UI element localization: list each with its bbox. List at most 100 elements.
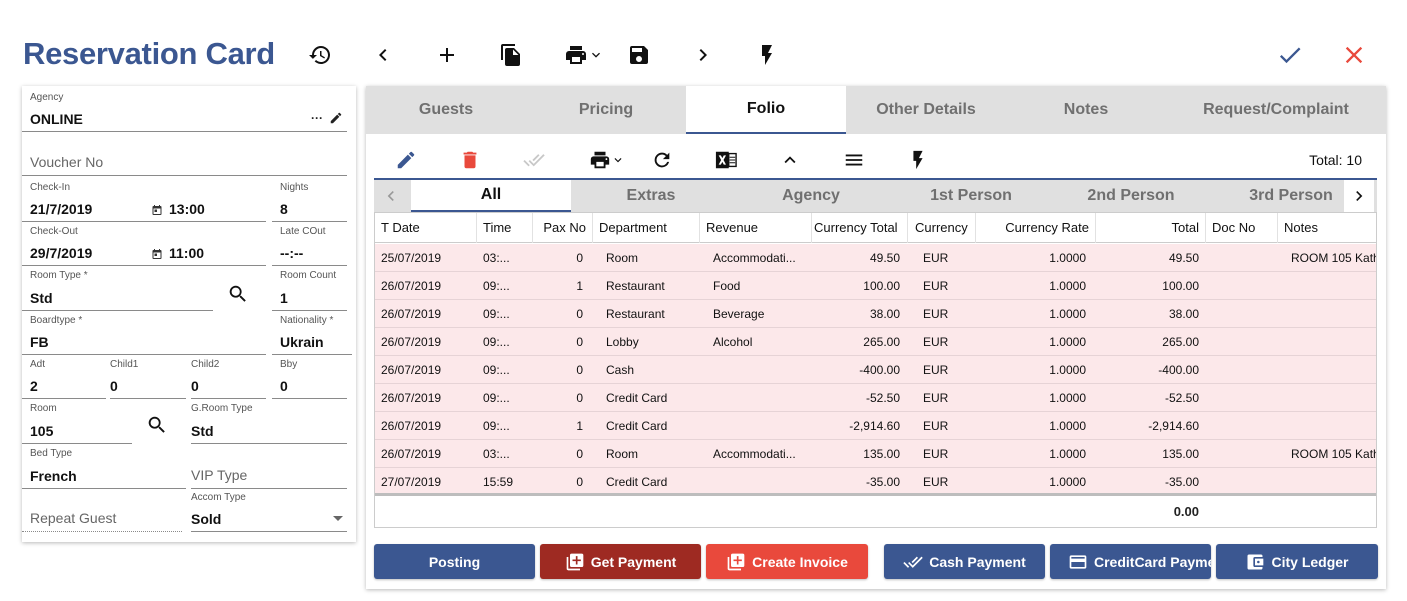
boardtype-field[interactable]: Boardtype * FB [22,315,266,355]
table-row[interactable]: 26/07/2019 09:... 0 Lobby Alcohol 265.00 EUR 1.… [375,328,1376,356]
subtabs-next-icon[interactable] [1344,180,1374,212]
accom-type-select[interactable]: Accom Type Sold [191,492,347,532]
room-field[interactable]: Room 105 [22,403,132,444]
posting-button[interactable]: Posting [374,544,535,579]
checkout-field[interactable]: Check-Out 29/7/2019 11:00 [22,226,266,266]
column-header[interactable]: Currency Total [812,213,908,243]
tab-folio[interactable]: Folio [686,86,846,134]
group-room-type-field[interactable]: G.Room Type Std [191,403,347,444]
column-header[interactable]: Total [1096,213,1206,243]
menu-icon[interactable] [841,147,867,173]
create-invoice-button[interactable]: Create Invoice [706,544,868,579]
cancel-close-icon[interactable] [1339,40,1369,70]
excel-export-icon[interactable] [713,147,739,173]
table-row[interactable]: 26/07/2019 09:... 0 Restaurant Beverage 38.00… [375,300,1376,328]
column-header[interactable]: Revenue [700,213,812,243]
confirm-check-icon[interactable] [1275,40,1305,70]
tab-guests[interactable]: Guests [366,86,526,134]
room-type-search-icon[interactable] [226,282,250,306]
group-room-type-label: G.Room Type [191,403,253,414]
column-header[interactable]: Department [593,213,700,243]
adults-field[interactable]: Adt 2 [22,359,106,399]
subtabs-prev-icon[interactable] [376,180,406,212]
column-header[interactable]: Currency Rate [976,213,1096,243]
room-type-field[interactable]: Room Type * Std [22,270,213,311]
edit-agency-icon[interactable] [327,109,345,127]
column-header[interactable]: Pax No [533,213,593,243]
voucher-field[interactable]: Voucher No [22,148,347,176]
table-row[interactable]: 26/07/2019 09:... 1 Restaurant Food 100.00 EUR… [375,272,1376,300]
table-row[interactable]: 25/07/2019 03:... 0 Room Accommodati... 49.50… [375,244,1376,272]
tab-other-details[interactable]: Other Details [846,86,1006,134]
table-cell: 27/07/2019 [381,475,442,489]
collapse-chevron-icon[interactable] [777,147,803,173]
save-icon[interactable] [624,40,654,70]
column-header[interactable]: Time [477,213,533,243]
repeat-guest-field[interactable]: Repeat Guest [22,501,182,532]
calendar-icon[interactable] [151,247,163,259]
city-ledger-button[interactable]: City Ledger [1216,544,1378,579]
table-row[interactable]: 26/07/2019 09:... 0 Cash -400.00 EUR 1.0000 -40… [375,356,1376,384]
table-cell: Accommodati... [713,251,796,265]
print-dropdown-icon[interactable] [561,40,607,70]
late-checkout-field[interactable]: Late COut --:-- [272,226,347,266]
table-row[interactable]: 26/07/2019 09:... 1 Credit Card -2,914.60 EUR… [375,412,1376,440]
nationality-value: Ukrain [280,334,324,350]
table-row[interactable]: 27/07/2019 15:59 0 Credit Card -35.00 EUR 1.00… [375,468,1376,496]
table-cell [1291,328,1376,356]
dropdown-arrow-icon[interactable] [333,516,343,521]
table-cell: ROOM 105 Kath [1291,447,1377,461]
nationality-field[interactable]: Nationality * Ukrain [272,315,352,355]
approve-check-icon[interactable] [521,147,547,173]
table-cell: 265.00 [863,335,900,349]
cash-payment-button[interactable]: Cash Payment [884,544,1045,579]
nights-field[interactable]: Nights 8 [272,182,347,222]
subtab-agency[interactable]: Agency [731,180,891,212]
agency-field[interactable]: Agency ONLINE ··· [22,92,347,132]
table-cell: 1.0000 [1049,251,1086,265]
room-count-field[interactable]: Room Count 1 [272,270,347,311]
column-header[interactable]: T Date [375,213,477,243]
table-cell: 26/07/2019 [381,447,442,461]
tab-notes[interactable]: Notes [1006,86,1166,134]
copy-icon[interactable] [496,40,526,70]
subtab-2nd-person[interactable]: 2nd Person [1051,180,1211,212]
vip-type-field[interactable]: VIP Type [191,448,347,489]
next-icon[interactable] [688,40,718,70]
child1-field[interactable]: Child1 0 [110,359,186,399]
table-cell: 135.00 [1162,447,1199,461]
get-payment-button[interactable]: Get Payment [540,544,701,579]
history-icon[interactable] [305,40,335,70]
table-row[interactable]: 26/07/2019 09:... 0 Credit Card -52.50 EUR 1.0… [375,384,1376,412]
table-cell: EUR [923,363,949,377]
room-search-icon[interactable] [145,413,169,437]
flash-icon[interactable] [752,40,782,70]
agency-more-icon[interactable]: ··· [311,111,323,125]
calendar-icon[interactable] [151,203,163,215]
previous-icon[interactable] [368,40,398,70]
tab-request-complaint[interactable]: Request/Complaint [1166,86,1386,134]
checkin-field[interactable]: Check-In 21/7/2019 13:00 [22,182,266,222]
column-header[interactable]: Currency [908,213,976,243]
delete-icon[interactable] [457,147,483,173]
table-cell [1211,244,1271,272]
print-dropdown-icon[interactable] [585,147,629,173]
table-cell: 1.0000 [1049,475,1086,489]
edit-icon[interactable] [393,147,419,173]
bed-type-field[interactable]: Bed Type French [22,448,186,489]
flash-icon[interactable] [905,147,931,173]
subtab-1st-person[interactable]: 1st Person [891,180,1051,212]
column-header[interactable]: Doc No [1206,213,1278,243]
add-icon[interactable] [432,40,462,70]
creditcard-payment-button[interactable]: CreditCard Payme [1050,544,1211,579]
child2-field[interactable]: Child2 0 [191,359,266,399]
voucher-placeholder: Voucher No [30,154,104,170]
baby-field[interactable]: Bby 0 [272,359,347,399]
table-row[interactable]: 26/07/2019 03:... 0 Room Accommodati... 135.0… [375,440,1377,468]
subtab-extras[interactable]: Extras [571,180,731,212]
table-cell [1291,384,1376,412]
subtab-all[interactable]: All [411,180,571,212]
refresh-icon[interactable] [649,147,675,173]
column-header[interactable]: Notes [1278,213,1376,243]
tab-pricing[interactable]: Pricing [526,86,686,134]
